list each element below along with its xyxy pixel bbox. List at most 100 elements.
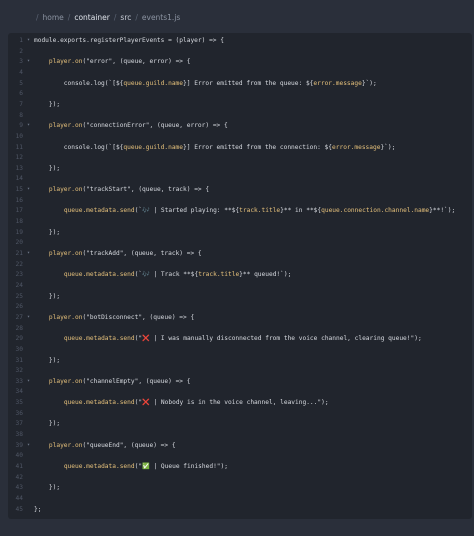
code-line[interactable]: 24	[8, 280, 472, 291]
line-number: 10	[15, 132, 23, 140]
code-line[interactable]: 18	[8, 216, 472, 227]
breadcrumb-home[interactable]: home	[43, 13, 64, 22]
fold-chevron-icon[interactable]: ▾	[27, 184, 30, 195]
code-token: ("trackAdd", (queue, track) => {	[82, 250, 202, 257]
breadcrumb-file: events1.js	[141, 12, 181, 22]
code-line[interactable]: 10	[8, 131, 472, 142]
code-token: queue.guild.name	[123, 79, 184, 87]
code-editor[interactable]: 1 ▾ module.exports.registerPlayerEvents = …	[8, 33, 472, 519]
line-number: 29	[15, 335, 23, 343]
code-line[interactable]: 45};	[8, 504, 472, 515]
code-token: track.title	[198, 271, 240, 279]
footer-strip	[0, 519, 474, 536]
code-line[interactable]: 12	[8, 152, 472, 163]
code-line[interactable]: 26	[8, 301, 472, 312]
code-line[interactable]: 7 });	[8, 99, 472, 110]
breadcrumb-container[interactable]: container	[74, 13, 110, 22]
code-token: queue.metadata.send	[63, 271, 135, 279]
fold-chevron-icon[interactable]: ▾	[27, 440, 30, 451]
code-line[interactable]: 1 ▾ module.exports.registerPlayerEvents = …	[8, 35, 472, 46]
code-line[interactable]: 32	[8, 365, 472, 376]
code-line[interactable]: 6	[8, 88, 472, 99]
code-line[interactable]: 14	[8, 173, 472, 184]
code-token: }**!`);	[429, 207, 456, 215]
fold-chevron-icon[interactable]: ▾	[27, 248, 30, 259]
code-line[interactable]: 8	[8, 110, 472, 121]
line-number: 27	[15, 313, 23, 321]
code-line[interactable]: 30	[8, 344, 472, 355]
line-number: 17	[15, 207, 23, 215]
code-text: queue.metadata.send("❌ | I was manually …	[34, 333, 422, 344]
code-text: player.on("trackStart", (queue, track) =…	[34, 184, 209, 195]
code-token: queue.metadata.send	[63, 207, 135, 215]
code-line[interactable]: 40	[8, 450, 472, 461]
code-line[interactable]: 43 });	[8, 482, 472, 493]
fold-chevron-icon[interactable]: ▾	[27, 120, 30, 131]
code-line[interactable]: 15 ▾ player.on("trackStart", (queue, trac…	[8, 184, 472, 195]
code-token: ("❌ | I was manually disconnected from t…	[134, 335, 422, 343]
line-number: 24	[15, 281, 23, 289]
code-text: player.on("error", (queue, error) => {	[34, 56, 191, 67]
fold-chevron-icon[interactable]: ▾	[27, 56, 30, 67]
code-token: queue.guild.name	[123, 143, 184, 151]
fold-chevron-icon[interactable]: ▾	[27, 312, 30, 323]
code-line[interactable]: 33 ▾ player.on("channelEmpty", (queue) =>…	[8, 376, 472, 387]
code-token: queue.metadata.send	[63, 335, 135, 343]
code-line[interactable]: 29 queue.metadata.send("❌ | I was manual…	[8, 333, 472, 344]
code-line[interactable]: 11 console.log(`[${queue.guild.name}] Er…	[8, 142, 472, 153]
fold-chevron-icon[interactable]: ▾	[27, 35, 30, 46]
line-number: 39	[15, 441, 23, 449]
code-line[interactable]: 44	[8, 493, 472, 504]
code-token: }`);	[361, 79, 377, 87]
breadcrumb-src[interactable]: src	[120, 13, 131, 22]
code-line[interactable]: 31 });	[8, 355, 472, 366]
line-number: 18	[15, 218, 23, 226]
code-line[interactable]: 13 });	[8, 163, 472, 174]
code-line[interactable]: 42	[8, 472, 472, 483]
code-line[interactable]: 35 queue.metadata.send("❌ | Nobody is in…	[8, 397, 472, 408]
line-number: 41	[15, 463, 23, 470]
code-line[interactable]: 37 });	[8, 418, 472, 429]
fold-chevron-icon[interactable]: ▾	[27, 376, 30, 387]
code-text: player.on("trackAdd", (queue, track) => …	[34, 248, 202, 259]
code-token: queue.metadata.send	[63, 463, 135, 470]
code-line[interactable]: 4	[8, 67, 472, 78]
code-line[interactable]: 21 ▾ player.on("trackAdd", (queue, track)…	[8, 248, 472, 259]
code-text: });	[34, 163, 60, 174]
line-number: 25	[15, 292, 23, 300]
code-token: ("❌ | Nobody is in the voice channel, le…	[134, 399, 329, 407]
code-text: player.on("connectionError", (queue, err…	[34, 120, 228, 131]
code-token: player.on	[48, 313, 83, 321]
code-token: });	[34, 292, 61, 300]
code-line[interactable]: 9 ▾ player.on("connectionError", (queue, …	[8, 120, 472, 131]
code-line[interactable]: 34	[8, 386, 472, 397]
code-line[interactable]: 27 ▾ player.on("botDisconnect", (queue) =…	[8, 312, 472, 323]
line-number: 22	[15, 260, 23, 268]
code-line[interactable]: 3 ▾ player.on("error", (queue, error) => …	[8, 56, 472, 67]
code-line[interactable]: 20	[8, 237, 472, 248]
code-token: }** queued!`);	[239, 271, 292, 279]
code-line[interactable]: 5 console.log(`[${queue.guild.name}] Err…	[8, 78, 472, 89]
code-line[interactable]: 41 queue.metadata.send("✅ | Queue finish…	[8, 461, 472, 472]
code-line[interactable]: 19 });	[8, 227, 472, 238]
line-number: 20	[15, 239, 23, 247]
code-line[interactable]: 22	[8, 259, 472, 270]
code-line[interactable]: 16	[8, 195, 472, 206]
code-line[interactable]: 25 });	[8, 291, 472, 302]
code-line[interactable]: 36	[8, 408, 472, 419]
code-token: }] Error emitted from the queue: ${	[183, 79, 314, 87]
code-line[interactable]: 2	[8, 46, 472, 57]
code-line[interactable]: 17 queue.metadata.send(`🎶 | Started play…	[8, 205, 472, 216]
code-text: queue.metadata.send(`🎶 | Track **${track…	[34, 269, 292, 280]
line-number: 44	[15, 494, 23, 502]
code-line[interactable]: 23 queue.metadata.send(`🎶 | Track **${tr…	[8, 269, 472, 280]
code-token: ("queueEnd", (queue) => {	[82, 441, 176, 449]
code-token: ("connectionError", (queue, error) => {	[82, 122, 228, 130]
code-line[interactable]: 38	[8, 429, 472, 440]
code-line[interactable]: 39 ▾ player.on("queueEnd", (queue) => {	[8, 440, 472, 451]
code-token: ("trackStart", (queue, track) => {	[82, 186, 210, 194]
code-line[interactable]: 28	[8, 323, 472, 334]
